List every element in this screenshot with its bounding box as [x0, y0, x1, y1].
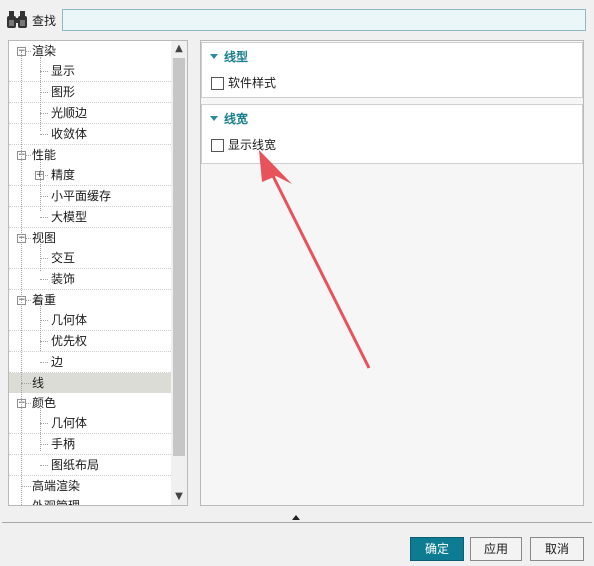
- tree-item-label: 收敛体: [51, 127, 88, 141]
- tree-connector: [40, 279, 48, 280]
- search-bar: 查找: [0, 0, 594, 40]
- tree-item-label: 光顺边: [51, 106, 88, 120]
- tree-child-item[interactable]: 几何体: [9, 310, 171, 331]
- tree-connector: [40, 92, 48, 93]
- tree-item-label: 精度: [51, 168, 76, 182]
- tree-child-item[interactable]: 小平面缓存: [9, 186, 171, 207]
- tree-item-label: 几何体: [51, 416, 88, 430]
- show-line-width-checkbox[interactable]: [211, 139, 224, 152]
- tree-connector: [40, 444, 48, 445]
- tree-item-label: 边: [51, 355, 64, 369]
- tree-child-item[interactable]: 几何体: [9, 413, 171, 434]
- collapse-triangle-icon[interactable]: [210, 116, 218, 121]
- section-title: 线宽: [224, 112, 249, 126]
- tree-connector: [40, 362, 48, 363]
- chevron-down-icon[interactable]: ▼: [171, 489, 187, 505]
- tree-item-label: 外观管理: [32, 499, 81, 506]
- tree-item-label: 交互: [51, 251, 76, 265]
- tree-connector: [40, 71, 48, 72]
- tree-guide-line: [40, 397, 41, 451]
- tree-guide-line: [40, 157, 41, 211]
- tree-connector: [40, 341, 48, 342]
- tree-connector: [40, 258, 48, 259]
- caret-up-icon[interactable]: [292, 515, 300, 520]
- ok-button[interactable]: 确定: [410, 537, 464, 561]
- tree-child-item[interactable]: 显示: [9, 61, 171, 82]
- tree-connector: [40, 320, 48, 321]
- cancel-button[interactable]: 取消: [530, 537, 584, 561]
- checkbox-label: 显示线宽: [228, 138, 277, 152]
- tree-item-label: 颜色: [32, 396, 57, 410]
- tree-node[interactable]: 外观管理: [9, 496, 171, 506]
- search-label: 查找: [32, 14, 57, 28]
- tree-item-label: 着重: [32, 293, 57, 307]
- tree-node[interactable]: 线: [9, 373, 171, 393]
- tree-item-label: 图形: [51, 85, 76, 99]
- tree-item-label: 小平面缓存: [51, 189, 112, 203]
- section-title: 线型: [224, 50, 249, 64]
- software-style-checkbox[interactable]: [211, 77, 224, 90]
- tree-node[interactable]: − 着重: [9, 290, 171, 310]
- section-line-type: 线型 软件样式: [201, 42, 583, 98]
- tree-connector: [21, 486, 31, 487]
- tree-item-label: 装饰: [51, 272, 76, 286]
- tree-child-item[interactable]: 交互: [9, 248, 171, 269]
- search-input[interactable]: [62, 9, 586, 31]
- tree-node[interactable]: − 性能: [9, 145, 171, 165]
- tree-connector: [40, 196, 48, 197]
- settings-tree: − 渲染显示图形光顺边收敛体 − 性能 + 精度小平面缓存大模型 − 视图交互装饰 − 着重几何体…: [8, 40, 188, 506]
- tree-guide-line: [21, 51, 22, 505]
- tree-item-label: 显示: [51, 64, 76, 78]
- tree-child-item[interactable]: 收敛体: [9, 124, 171, 145]
- tree-connector: [40, 423, 48, 424]
- tree-item-label: 手柄: [51, 437, 76, 451]
- tree-connector: [40, 134, 48, 135]
- tree-item-label: 几何体: [51, 313, 88, 327]
- tree-connector: [21, 383, 31, 384]
- tree-connector: [40, 465, 48, 466]
- section-line-width: 线宽 显示线宽: [201, 104, 583, 164]
- tree-child-item[interactable]: 光顺边: [9, 103, 171, 124]
- tree-guide-line: [40, 57, 41, 131]
- tree-item-label: 线: [32, 376, 45, 390]
- tree-node[interactable]: − 渲染: [9, 41, 171, 61]
- tree-node[interactable]: 高端渲染: [9, 476, 171, 496]
- settings-content: 线型 软件样式 线宽 显示线宽: [200, 40, 584, 506]
- tree-child-item[interactable]: 图纸布局: [9, 455, 171, 476]
- tree-connector: [40, 113, 48, 114]
- tree-scrollbar[interactable]: ▲ ▼: [171, 41, 187, 505]
- tree-child-item[interactable]: + 精度: [9, 165, 171, 186]
- tree-list: − 渲染显示图形光顺边收敛体 − 性能 + 精度小平面缓存大模型 − 视图交互装饰 − 着重几何体…: [9, 41, 171, 506]
- tree-item-label: 高端渲染: [32, 479, 81, 493]
- tree-guide-line: [40, 237, 41, 271]
- tree-node[interactable]: − 颜色: [9, 393, 171, 413]
- tree-item-label: 视图: [32, 231, 57, 245]
- tree-guide-line: [40, 297, 41, 351]
- tree-child-item[interactable]: 边: [9, 352, 171, 373]
- tree-item-label: 性能: [32, 148, 57, 162]
- tree-child-item[interactable]: 手柄: [9, 434, 171, 455]
- apply-button[interactable]: 应用: [470, 537, 522, 561]
- tree-node[interactable]: − 视图: [9, 228, 171, 248]
- scrollbar-thumb[interactable]: [173, 58, 185, 456]
- tree-item-label: 优先权: [51, 334, 88, 348]
- chevron-up-icon[interactable]: ▲: [171, 41, 187, 57]
- tree-child-item[interactable]: 装饰: [9, 269, 171, 290]
- tree-item-label: 大模型: [51, 210, 88, 224]
- binoculars-icon[interactable]: [6, 9, 30, 31]
- checkbox-label: 软件样式: [228, 76, 277, 90]
- tree-child-item[interactable]: 大模型: [9, 207, 171, 228]
- tree-child-item[interactable]: 优先权: [9, 331, 171, 352]
- tree-connector: [40, 217, 48, 218]
- tree-item-label: 图纸布局: [51, 458, 100, 472]
- tree-item-label: 渲染: [32, 44, 57, 58]
- divider: [2, 522, 592, 523]
- tree-child-item[interactable]: 图形: [9, 82, 171, 103]
- collapse-triangle-icon[interactable]: [210, 54, 218, 59]
